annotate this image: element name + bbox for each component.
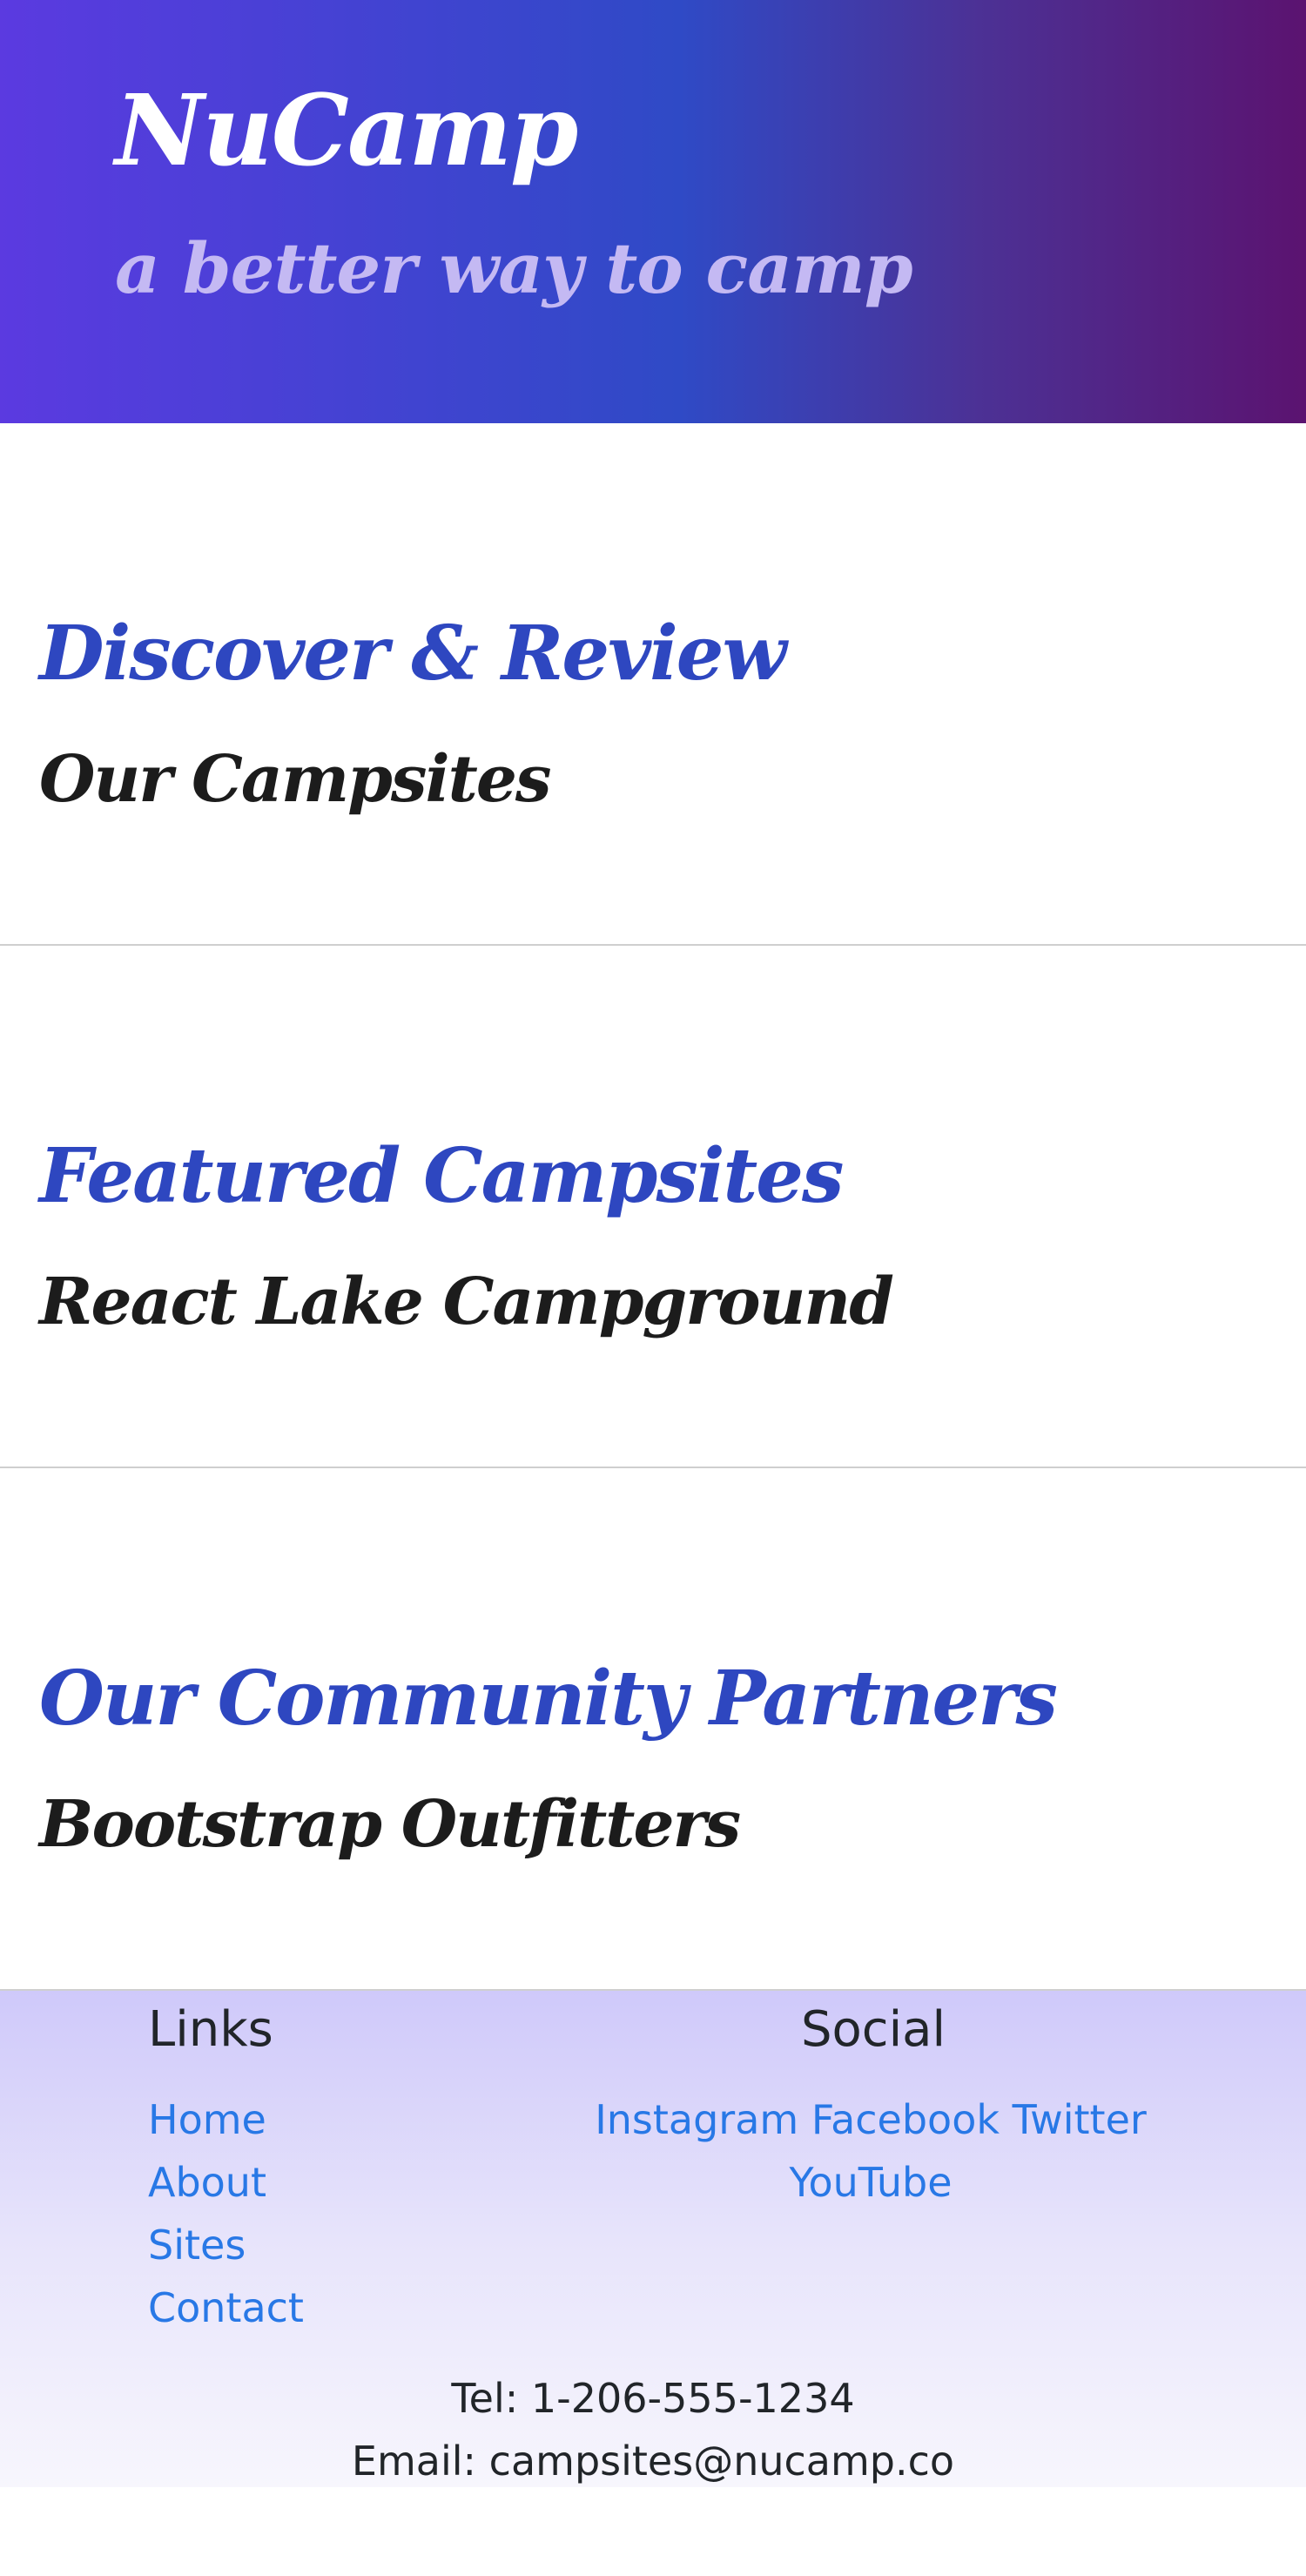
site-tagline: a better way to camp [115,227,913,309]
footer-link-sites[interactable]: Sites [148,2222,246,2269]
footer-link-about[interactable]: About [148,2159,266,2206]
section-heading: Our Community Partners [39,1655,1058,1743]
footer-social-title: Social [801,2001,946,2058]
section-heading: Featured Campsites [39,1132,844,1220]
footer-links-list: Home About Sites Contact [148,2088,304,2339]
footer-link-contact[interactable]: Contact [148,2284,304,2331]
contact-email: Email: campsites@nucamp.co [351,2438,955,2485]
section-heading: Discover & Review [39,610,786,698]
list-item: Home [148,2088,304,2151]
jumbotron-header: NuCamp a better way to camp [0,0,1306,423]
footer-contact: Tel: 1-206-555-1234 Email: campsites@nuc… [0,2367,1306,2492]
featured-section: Featured Campsites React Lake Campground [0,946,1306,1468]
contact-phone: Tel: 1-206-555-1234 [451,2375,855,2422]
section-subheading: Our Campsites [39,742,552,817]
footer-link-home[interactable]: Home [148,2096,266,2143]
social-link-facebook[interactable]: Facebook [811,2096,1000,2143]
partners-section: Our Community Partners Bootstrap Outfitt… [0,1468,1306,1991]
footer-links-title: Links [148,2001,273,2058]
list-item: Sites [148,2214,304,2276]
list-item: Contact [148,2276,304,2339]
social-link-instagram[interactable]: Instagram [595,2096,798,2143]
social-link-youtube[interactable]: YouTube [789,2159,952,2206]
footer-social-links: Instagram Facebook Twitter YouTube [566,2088,1175,2214]
social-link-twitter[interactable]: Twitter [1013,2096,1147,2143]
discover-section: Discover & Review Our Campsites [0,423,1306,946]
site-title: NuCamp [115,74,578,188]
list-item: About [148,2151,304,2214]
site-footer: Links Home About Sites Contact Social In… [0,1991,1306,2487]
section-subheading: Bootstrap Outfitters [39,1787,741,1862]
section-subheading: React Lake Campground [39,1264,894,1339]
